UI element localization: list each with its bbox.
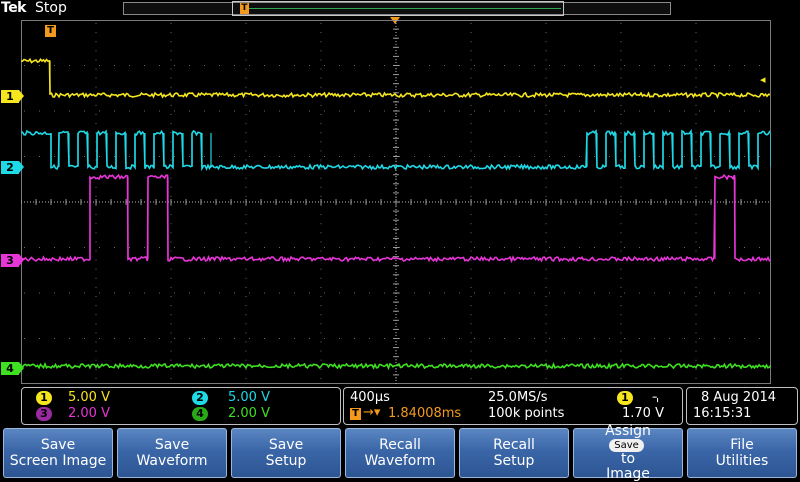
ch4-scale: 2.00 V bbox=[228, 406, 270, 421]
softkey-label: Waveform bbox=[136, 453, 208, 469]
record-view-line bbox=[243, 8, 561, 9]
softkey-label: Save to bbox=[609, 439, 647, 467]
ch3-scale: 2.00 V bbox=[68, 406, 110, 421]
trigger-delay: 1.84008ms bbox=[388, 406, 462, 421]
trigger-position-icon[interactable]: T bbox=[45, 25, 56, 37]
ch3-ground-marker[interactable]: 3 bbox=[1, 254, 24, 267]
ch2-ground-marker[interactable]: 2 bbox=[1, 161, 24, 174]
save-waveform-button[interactable]: Save Waveform bbox=[117, 428, 227, 478]
recall-setup-button[interactable]: Recall Setup bbox=[459, 428, 569, 478]
softkey-label: Screen Image bbox=[9, 453, 107, 469]
status-bar: Tek Stop T bbox=[0, 0, 800, 18]
waveforms bbox=[21, 57, 771, 371]
softkey-label: Save bbox=[40, 437, 76, 453]
ch2-scale: 5.00 V bbox=[228, 390, 270, 405]
ch4-badge: 4 bbox=[192, 407, 208, 421]
sample-rate: 25.0MS/s bbox=[488, 390, 548, 405]
save-setup-button[interactable]: Save Setup bbox=[231, 428, 341, 478]
softkey-label: Recall bbox=[379, 437, 421, 453]
save-screen-image-button[interactable]: Save Screen Image bbox=[3, 428, 113, 478]
record-trigger-icon: T bbox=[240, 3, 249, 14]
date: 8 Aug 2014 bbox=[701, 390, 777, 405]
softkey-label: to bbox=[620, 451, 636, 467]
channel-readout[interactable]: 1 5.00 V 2 5.00 V 3 2.00 V 4 2.00 V bbox=[21, 387, 341, 425]
assign-save-to-image-button[interactable]: Assign Save to Image bbox=[573, 424, 683, 482]
softkey-label: Save bbox=[154, 437, 190, 453]
softkey-bar: Save Screen Image Save Waveform Save Set… bbox=[0, 424, 800, 482]
trigger-level-arrow-icon: ◂ bbox=[760, 73, 766, 86]
trigger-delay-icon: T bbox=[350, 408, 361, 420]
ch2-badge: 2 bbox=[192, 391, 208, 405]
file-utilities-button[interactable]: File Utilities bbox=[687, 428, 797, 478]
date-time-readout[interactable]: 8 Aug 2014 16:15:31 bbox=[686, 387, 798, 425]
ch4-ground-marker[interactable]: 4 bbox=[1, 362, 24, 375]
brand-logo: Tek bbox=[1, 0, 27, 16]
ch3-badge: 3 bbox=[36, 407, 52, 421]
record-length: 100k points bbox=[488, 406, 565, 421]
recall-waveform-button[interactable]: Recall Waveform bbox=[345, 428, 455, 478]
softkey-label: Setup bbox=[265, 453, 307, 469]
trigger-level: 1.70 V bbox=[622, 406, 664, 421]
ch1-scale: 5.00 V bbox=[68, 390, 110, 405]
softkey-label: Recall bbox=[493, 437, 535, 453]
softkey-label: Utilities bbox=[715, 453, 769, 469]
softkey-label: Waveform bbox=[364, 453, 436, 469]
ch3-trace bbox=[21, 173, 771, 264]
waveform-display[interactable] bbox=[21, 20, 771, 384]
acquisition-state: Stop bbox=[35, 0, 67, 16]
ch4-trace bbox=[21, 361, 771, 371]
falling-edge-icon: ⌍ bbox=[652, 389, 664, 405]
trigger-source-badge: 1 bbox=[617, 391, 633, 405]
softkey-label: Setup bbox=[493, 453, 535, 469]
timebase-trigger-readout[interactable]: 400µs 25.0MS/s T →▾ 1.84008ms 100k point… bbox=[343, 387, 683, 425]
softkey-label: Save bbox=[268, 437, 304, 453]
horizontal-scale: 400µs bbox=[350, 390, 390, 405]
ch1-ground-marker[interactable]: 1 bbox=[1, 90, 24, 103]
ch1-badge: 1 bbox=[36, 391, 52, 405]
time: 16:15:31 bbox=[693, 406, 752, 421]
ch2-trace bbox=[21, 128, 771, 172]
softkey-label: Assign bbox=[605, 423, 651, 439]
trigger-delay-arrow-icon: →▾ bbox=[363, 405, 381, 420]
record-view-window bbox=[232, 1, 564, 16]
softkey-label: File bbox=[730, 437, 754, 453]
ch1-trace bbox=[21, 57, 771, 99]
